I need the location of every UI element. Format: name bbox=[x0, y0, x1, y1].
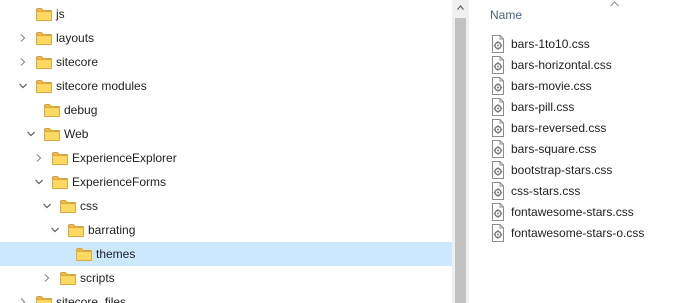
file-list-item[interactable]: bootstrap-stars.css bbox=[469, 159, 690, 180]
tree-item-label: ExperienceExplorer bbox=[72, 151, 177, 165]
file-name: bars-horizontal.css bbox=[511, 58, 612, 72]
css-file-icon bbox=[490, 77, 506, 95]
file-name: bars-pill.css bbox=[511, 100, 575, 114]
tree-item[interactable]: sitecore bbox=[0, 50, 452, 74]
file-name: bars-reversed.css bbox=[511, 121, 607, 135]
file-name: bars-1to10.css bbox=[511, 37, 590, 51]
scroll-up-arrow-icon[interactable] bbox=[452, 0, 469, 17]
tree-item[interactable]: barrating bbox=[0, 218, 452, 242]
vertical-scrollbar[interactable] bbox=[452, 0, 469, 303]
tree-item-label: css bbox=[80, 199, 98, 213]
folder-icon bbox=[36, 7, 52, 22]
tree-item-label: sitecore bbox=[56, 55, 99, 69]
chevron-down-icon[interactable] bbox=[49, 224, 61, 236]
file-list-item[interactable]: bars-square.css bbox=[469, 138, 690, 159]
folder-icon bbox=[68, 223, 84, 238]
tree-item-label: scripts bbox=[80, 271, 115, 285]
file-name: bootstrap-stars.css bbox=[511, 163, 613, 177]
file-list-item[interactable]: fontawesome-stars.css bbox=[469, 201, 690, 222]
chevron-down-icon[interactable] bbox=[17, 80, 29, 92]
file-list-item[interactable]: fontawesome-stars-o.css bbox=[469, 222, 690, 243]
css-file-icon bbox=[490, 161, 506, 179]
tree-item-label: sitecore modules bbox=[56, 79, 147, 93]
tree-item[interactable]: js bbox=[0, 2, 452, 26]
file-list-item[interactable]: bars-1to10.css bbox=[469, 33, 690, 54]
tree-item-label: Web bbox=[64, 127, 89, 141]
folder-icon bbox=[52, 175, 68, 190]
css-file-icon bbox=[490, 98, 506, 116]
file-list-item[interactable]: bars-reversed.css bbox=[469, 117, 690, 138]
folder-icon bbox=[76, 247, 92, 262]
file-name: fontawesome-stars-o.css bbox=[511, 226, 645, 240]
column-header-label: Name bbox=[490, 8, 523, 22]
file-list-item[interactable]: bars-pill.css bbox=[469, 96, 690, 117]
tree-item[interactable]: css bbox=[0, 194, 452, 218]
chevron-down-icon[interactable] bbox=[25, 128, 37, 140]
folder-icon bbox=[36, 295, 52, 303]
css-file-icon bbox=[490, 182, 506, 200]
tree-item-label: ExperienceForms bbox=[72, 175, 167, 189]
file-list-item[interactable]: css-stars.css bbox=[469, 180, 690, 201]
folder-icon bbox=[44, 103, 60, 118]
chevron-right-icon[interactable] bbox=[33, 152, 45, 164]
folder-icon bbox=[36, 31, 52, 46]
folder-icon bbox=[36, 79, 52, 94]
tree-item[interactable]: scripts bbox=[0, 266, 452, 290]
file-name: bars-movie.css bbox=[511, 79, 592, 93]
folder-icon bbox=[60, 199, 76, 214]
tree-item[interactable]: ExperienceExplorer bbox=[0, 146, 452, 170]
folder-icon bbox=[44, 127, 60, 142]
tree-item-label: sitecore_files bbox=[56, 295, 127, 303]
file-list-pane: Name bars-1to10.css bars-horizontal.css ba… bbox=[469, 0, 690, 303]
tree-item[interactable]: debug bbox=[0, 98, 452, 122]
scroll-thumb[interactable] bbox=[455, 18, 466, 303]
css-file-icon bbox=[490, 203, 506, 221]
tree-item[interactable]: sitecore modules bbox=[0, 74, 452, 98]
tree-item-label: debug bbox=[64, 103, 98, 117]
folder-icon bbox=[60, 271, 76, 286]
column-header-name[interactable]: Name bbox=[469, 0, 690, 30]
css-file-icon bbox=[490, 119, 506, 137]
tree-item-label: barrating bbox=[88, 223, 136, 237]
file-name: fontawesome-stars.css bbox=[511, 205, 634, 219]
file-name: bars-square.css bbox=[511, 142, 597, 156]
tree-item[interactable]: sitecore_files bbox=[0, 290, 452, 303]
chevron-right-icon[interactable] bbox=[17, 32, 29, 44]
css-file-icon bbox=[490, 140, 506, 158]
css-file-icon bbox=[490, 56, 506, 74]
chevron-right-icon[interactable] bbox=[17, 296, 29, 303]
folder-icon bbox=[52, 151, 68, 166]
folder-icon bbox=[36, 55, 52, 70]
file-list-item[interactable]: bars-horizontal.css bbox=[469, 54, 690, 75]
tree-item-label: layouts bbox=[56, 31, 95, 45]
tree-item[interactable]: themes bbox=[0, 242, 452, 266]
navigation-pane[interactable]: js layouts sitecore sitecore modules debug We… bbox=[0, 0, 452, 303]
tree-item[interactable]: Web bbox=[0, 122, 452, 146]
chevron-right-icon[interactable] bbox=[41, 272, 53, 284]
file-name: css-stars.css bbox=[511, 184, 581, 198]
tree-item[interactable]: ExperienceForms bbox=[0, 170, 452, 194]
chevron-down-icon[interactable] bbox=[41, 200, 53, 212]
css-file-icon bbox=[490, 224, 506, 242]
css-file-icon bbox=[490, 35, 506, 53]
tree-item-label: themes bbox=[96, 247, 136, 261]
tree-item[interactable]: layouts bbox=[0, 26, 452, 50]
file-list-item[interactable]: bars-movie.css bbox=[469, 75, 690, 96]
sort-ascending-icon bbox=[610, 1, 619, 7]
chevron-down-icon[interactable] bbox=[33, 176, 45, 188]
chevron-right-icon[interactable] bbox=[17, 56, 29, 68]
tree-item-label: js bbox=[56, 7, 65, 21]
